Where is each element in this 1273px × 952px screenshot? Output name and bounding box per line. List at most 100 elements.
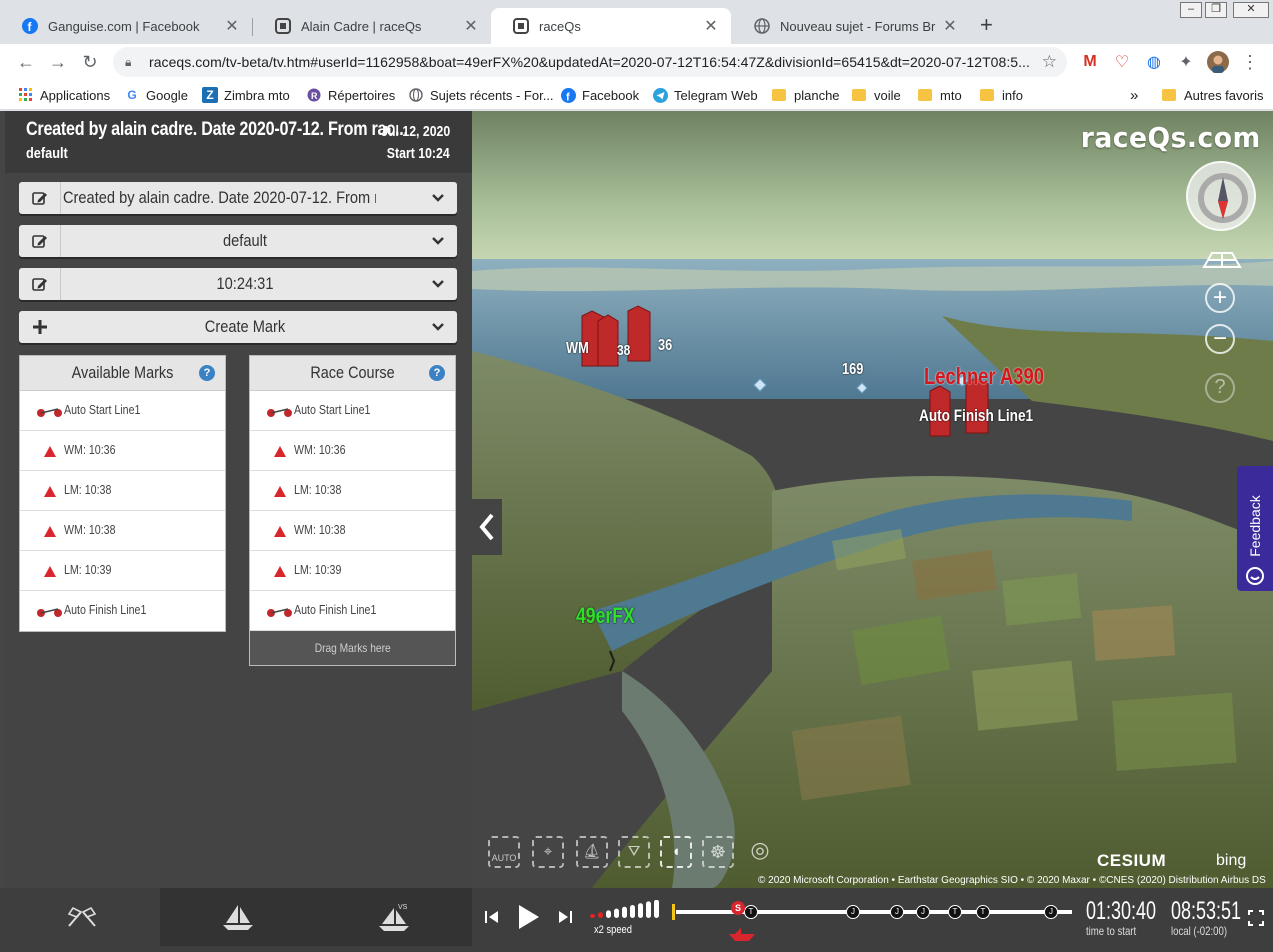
speed-bar[interactable]	[606, 910, 611, 918]
map-view[interactable]: raceQs.com + − ? Feedback WM 38 36 169 L…	[472, 111, 1273, 888]
bookmark-sujets[interactable]: Sujets récents - For...	[408, 85, 554, 105]
sails-toggle-button[interactable]: ◖	[660, 836, 692, 868]
speed-bar[interactable]	[646, 901, 651, 918]
race-flags-button[interactable]	[60, 888, 104, 946]
avatar[interactable]	[1206, 50, 1230, 74]
list-item[interactable]: LM: 10:39	[250, 551, 455, 591]
map-view-button[interactable]: ⌖	[532, 836, 564, 868]
start-marker[interactable]: S	[731, 901, 745, 915]
bookmark-folder-planche[interactable]: planche	[772, 85, 840, 105]
bookmark-star-icon[interactable]: ☆	[1042, 52, 1057, 72]
list-item[interactable]: Auto Start Line1	[20, 391, 225, 431]
globe-extension-icon[interactable]: ◍	[1142, 50, 1166, 74]
map-help-icon[interactable]: ?	[1205, 373, 1235, 403]
create-mark-dropdown[interactable]: Create Mark	[19, 311, 457, 343]
timeline-mark[interactable]: J	[890, 905, 904, 919]
tab-raceqs[interactable]: raceQs ✕	[491, 8, 731, 44]
step-back-button[interactable]	[482, 888, 502, 946]
target-icon[interactable]: ◎	[744, 836, 776, 868]
help-icon[interactable]: ?	[429, 365, 445, 381]
menu-dots-icon[interactable]: ⋮	[1238, 50, 1262, 74]
zoom-in-button[interactable]: +	[1205, 283, 1235, 313]
heart-icon[interactable]: ♡	[1110, 50, 1134, 74]
speed-bar[interactable]	[630, 905, 635, 918]
bookmark-facebook[interactable]: f Facebook	[560, 85, 639, 105]
list-item[interactable]: LM: 10:39	[20, 551, 225, 591]
list-item[interactable]: Auto Finish Line1	[250, 591, 455, 631]
step-forward-button[interactable]	[555, 888, 575, 946]
timeline-mark[interactable]: J	[916, 905, 930, 919]
reload-button[interactable]: ↻	[78, 50, 102, 74]
speed-bar[interactable]	[614, 908, 619, 918]
map-layers-icon[interactable]	[1202, 251, 1242, 269]
fullscreen-button[interactable]	[1246, 898, 1266, 938]
bookmark-folder-mto[interactable]: mto	[918, 85, 962, 105]
boat-versus-button[interactable]: VS	[374, 888, 414, 946]
list-item[interactable]: WM: 10:38	[20, 511, 225, 551]
help-icon[interactable]: ?	[199, 365, 215, 381]
timeline-mark[interactable]: J	[846, 905, 860, 919]
bookmark-folder-info[interactable]: info	[980, 85, 1023, 105]
tab-ganguise[interactable]: f Ganguise.com | Facebook ✕	[0, 8, 252, 44]
address-bar[interactable]: 🔒︎ raceqs.com/tv-beta/tv.htm#userId=1162…	[113, 47, 1067, 77]
bookmark-applications[interactable]: Applications	[18, 85, 110, 105]
edit-icon[interactable]	[19, 225, 61, 257]
list-item[interactable]: LM: 10:38	[250, 471, 455, 511]
bookmarks-overflow-button[interactable]: »	[1130, 85, 1138, 105]
playhead[interactable]	[672, 904, 675, 920]
list-item[interactable]: LM: 10:38	[20, 471, 225, 511]
tab-alain-cadre[interactable]: Alain Cadre | raceQs ✕	[253, 8, 491, 44]
bookmark-google[interactable]: G Google	[124, 85, 188, 105]
helm-view-button[interactable]: ☸	[702, 836, 734, 868]
start-time-dropdown[interactable]: 10:24:31	[19, 268, 457, 300]
speed-slider[interactable]	[588, 899, 662, 920]
bookmark-folder-voile[interactable]: voile	[852, 85, 901, 105]
boat-select-button[interactable]	[218, 888, 258, 946]
edit-icon[interactable]	[19, 268, 61, 300]
timeline-mark[interactable]: T	[948, 905, 962, 919]
bookmark-zimbra[interactable]: Z Zimbra mto	[202, 85, 290, 105]
compass-icon[interactable]	[1186, 161, 1256, 231]
bookmark-other-favorites[interactable]: Autres favoris	[1162, 85, 1263, 105]
bookmark-repertoires[interactable]: R Répertoires	[306, 85, 395, 105]
division-dropdown[interactable]: default	[19, 225, 457, 257]
feedback-button[interactable]: Feedback	[1237, 466, 1273, 591]
tab-forums[interactable]: Nouveau sujet - Forums Breizhsk ✕	[732, 8, 970, 44]
list-item[interactable]: Auto Start Line1	[250, 391, 455, 431]
timeline-mark[interactable]: J	[1044, 905, 1058, 919]
speed-bar[interactable]	[622, 906, 627, 918]
speed-bar[interactable]	[654, 899, 659, 918]
boat-label-49erfx[interactable]: 49erFX	[576, 603, 635, 629]
timeline-mark[interactable]: T	[976, 905, 990, 919]
minimize-button[interactable]: –	[1180, 2, 1202, 18]
drag-drop-zone[interactable]: Drag Marks here	[250, 631, 455, 665]
speed-bar[interactable]	[590, 914, 595, 918]
camera-auto-button[interactable]: AUTO	[488, 836, 520, 868]
play-button[interactable]	[514, 888, 542, 946]
list-item[interactable]: WM: 10:36	[250, 431, 455, 471]
window-close-button[interactable]: ✕	[1233, 2, 1269, 18]
close-icon[interactable]: ✕	[463, 16, 479, 36]
back-button[interactable]: ←	[14, 50, 38, 74]
forward-button[interactable]: →	[46, 50, 70, 74]
close-icon[interactable]: ✕	[942, 16, 958, 36]
new-tab-button[interactable]: +	[980, 14, 993, 36]
list-item[interactable]: WM: 10:36	[20, 431, 225, 471]
boat-label-lechner[interactable]: Lechner A390	[924, 363, 1044, 390]
puzzle-icon[interactable]: ✦	[1174, 50, 1198, 74]
list-item[interactable]: Auto Finish Line1	[20, 591, 225, 631]
collapse-panel-button[interactable]	[472, 499, 502, 555]
close-icon[interactable]: ✕	[224, 16, 240, 36]
bookmark-telegram[interactable]: Telegram Web	[652, 85, 758, 105]
timeline-mark[interactable]: T	[744, 905, 758, 919]
list-item[interactable]: WM: 10:38	[250, 511, 455, 551]
race-name-dropdown[interactable]: Created by alain cadre. Date 2020-07-12.…	[19, 182, 457, 214]
edit-icon[interactable]	[19, 182, 61, 214]
speed-bar[interactable]	[598, 912, 603, 918]
close-icon[interactable]: ✕	[703, 16, 719, 36]
zoom-out-button[interactable]: −	[1205, 324, 1235, 354]
gmail-icon[interactable]: M	[1078, 50, 1102, 74]
maximize-button[interactable]: ❐	[1205, 2, 1227, 18]
speed-bar[interactable]	[638, 903, 643, 918]
sail-view-button[interactable]: ⛛	[618, 836, 650, 868]
